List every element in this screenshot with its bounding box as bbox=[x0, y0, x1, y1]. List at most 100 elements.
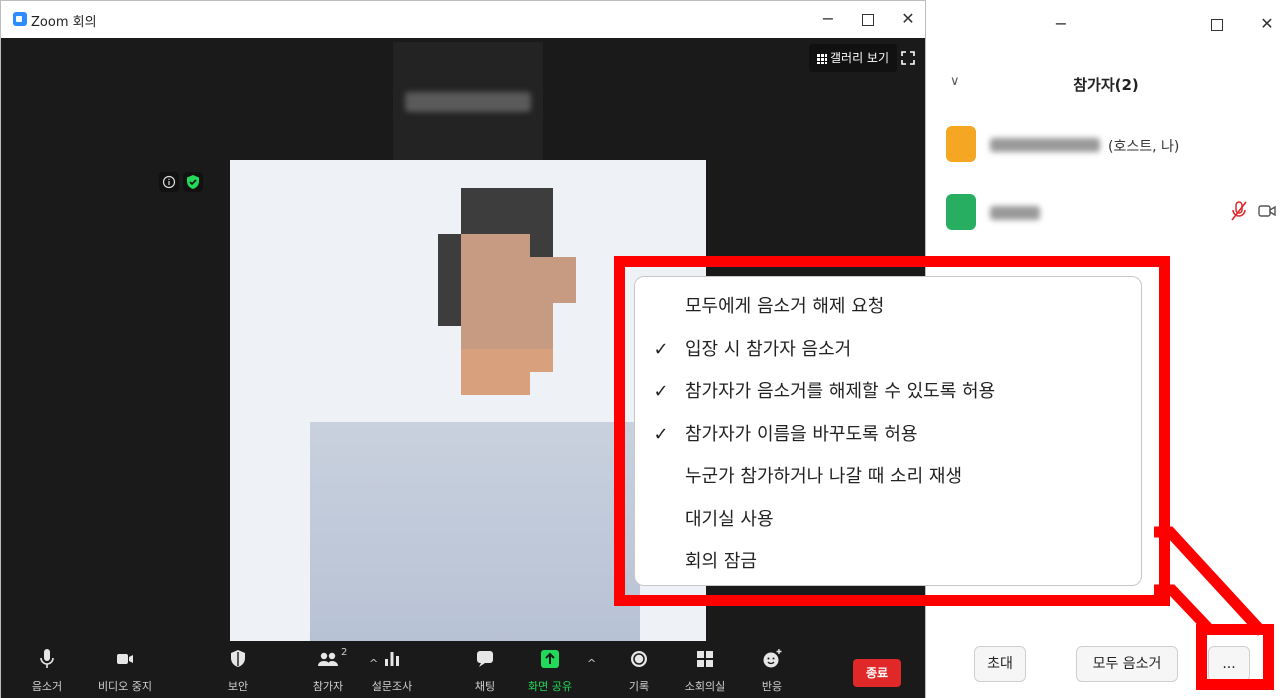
more-button-highlight bbox=[1196, 624, 1274, 690]
pixel-block bbox=[484, 257, 507, 280]
checkmark-icon: ✓ bbox=[653, 338, 669, 360]
pixel-block bbox=[461, 234, 484, 257]
security-button[interactable]: 보안 bbox=[223, 641, 253, 698]
minimize-icon[interactable]: − bbox=[813, 7, 843, 31]
pixel-block bbox=[484, 303, 507, 326]
pixel-block bbox=[484, 234, 507, 257]
pixel-block bbox=[484, 326, 507, 349]
stop-video-button[interactable]: 비디오 중지 bbox=[93, 641, 157, 698]
pixel-block bbox=[530, 257, 553, 280]
shirt-block bbox=[310, 422, 640, 641]
pixel-block bbox=[461, 349, 484, 372]
participants-count: 2 bbox=[341, 647, 348, 658]
checkmark-icon: ✓ bbox=[653, 381, 669, 402]
panel-close-icon[interactable]: ✕ bbox=[1252, 12, 1282, 36]
pixel-block bbox=[461, 188, 484, 211]
reactions-button[interactable]: 반응 bbox=[757, 641, 787, 698]
zoom-logo-icon bbox=[13, 12, 27, 26]
menu-item-label: 회의 잠금 bbox=[685, 551, 757, 572]
record-button[interactable]: 기록 bbox=[621, 641, 657, 698]
camera-icon bbox=[113, 647, 137, 671]
host-tag: (호스트, 나) bbox=[1108, 139, 1180, 155]
menu-item-label: 누군가 참가하거나 나갈 때 소리 재생 bbox=[685, 466, 963, 487]
participants-more-menu: 모두에게 음소거 해제 요청 ✓ 입장 시 참가자 음소거 ✓ 참가자가 음소거를 해제… bbox=[634, 276, 1142, 586]
menu-item-label: 대기실 사용 bbox=[685, 508, 774, 530]
participants-button[interactable]: 2 참가자 bbox=[307, 641, 349, 698]
encryption-shield-icon[interactable] bbox=[183, 172, 203, 192]
fullscreen-icon[interactable] bbox=[901, 51, 915, 65]
pixel-block bbox=[461, 372, 484, 395]
gallery-view-button[interactable]: 갤러리 보기 bbox=[809, 44, 898, 72]
pixel-block bbox=[553, 257, 576, 280]
participant-thumbnail[interactable] bbox=[393, 42, 543, 162]
pixel-block bbox=[507, 349, 530, 372]
menu-item[interactable]: 누군가 참가하거나 나갈 때 소리 재생 bbox=[635, 459, 1135, 495]
chat-button[interactable]: 채팅 bbox=[467, 641, 503, 698]
pixel-block bbox=[461, 303, 484, 326]
pixel-block bbox=[530, 234, 553, 257]
pixel-block bbox=[530, 211, 553, 234]
breakout-rooms-button[interactable]: 소회의실 bbox=[679, 641, 731, 698]
chat-bubble-icon bbox=[473, 647, 497, 671]
record-icon bbox=[627, 647, 651, 671]
pixel-block bbox=[484, 211, 507, 234]
maximize-icon[interactable] bbox=[853, 7, 883, 31]
pixel-block bbox=[507, 303, 530, 326]
blurred-name bbox=[990, 138, 1100, 152]
pixel-block bbox=[507, 257, 530, 280]
mute-button[interactable]: 음소거 bbox=[25, 641, 69, 698]
pixel-block bbox=[507, 211, 530, 234]
pixel-block bbox=[484, 280, 507, 303]
menu-item[interactable]: 모두에게 음소거 해제 요청 bbox=[635, 289, 1135, 325]
checkmark-icon: ✓ bbox=[653, 423, 669, 445]
participant-row[interactable] bbox=[946, 194, 1276, 230]
muted-mic-icon[interactable] bbox=[1230, 200, 1248, 226]
menu-item-label: 참가자가 음소거를 해제할 수 있도록 허용 bbox=[685, 381, 996, 402]
menu-item-label: 모두에게 음소거 해제 요청 bbox=[685, 296, 885, 317]
pixel-block bbox=[438, 234, 461, 257]
pixel-block bbox=[507, 326, 530, 349]
menu-item-label: 참가자가 이름을 바꾸도록 허용 bbox=[685, 423, 918, 445]
pixel-block bbox=[461, 280, 484, 303]
pixel-block bbox=[507, 280, 530, 303]
share-screen-button[interactable]: 화면 공유 bbox=[521, 641, 579, 698]
share-caret-icon[interactable]: ^ bbox=[587, 657, 596, 670]
close-icon[interactable]: ✕ bbox=[893, 7, 923, 31]
info-icon[interactable] bbox=[159, 172, 179, 192]
bar-chart-icon bbox=[380, 647, 404, 671]
menu-item[interactable]: ✓ 참가자가 이름을 바꾸도록 허용 bbox=[635, 417, 1135, 453]
pixel-block bbox=[530, 303, 553, 326]
pixel-block bbox=[553, 280, 576, 303]
panel-minimize-icon[interactable]: − bbox=[1046, 12, 1076, 36]
menu-item[interactable]: 회의 잠금 bbox=[635, 544, 1135, 580]
pixel-block bbox=[461, 326, 484, 349]
people-icon bbox=[316, 647, 340, 671]
polls-button[interactable]: 설문조사 bbox=[367, 641, 417, 698]
pixel-block bbox=[530, 280, 553, 303]
blurred-name bbox=[405, 92, 531, 112]
invite-button[interactable]: 초대 bbox=[974, 646, 1026, 682]
menu-item-label: 입장 시 참가자 음소거 bbox=[685, 338, 852, 360]
pixel-block bbox=[507, 234, 530, 257]
end-meeting-button[interactable]: 종료 bbox=[853, 659, 901, 687]
participant-row-host[interactable]: (호스트, 나) bbox=[946, 126, 1276, 162]
pixel-block bbox=[438, 257, 461, 280]
pixel-block bbox=[484, 188, 507, 211]
meeting-toolbar: 음소거 비디오 중지 보안 2 참가자 ^ 설문조사 채팅 화면 공유 ^ 기록… bbox=[1, 641, 925, 698]
grid-icon bbox=[817, 53, 827, 64]
blurred-name bbox=[990, 206, 1040, 220]
menu-item[interactable]: 대기실 사용 bbox=[635, 502, 1135, 538]
pixel-block bbox=[530, 349, 553, 372]
menu-item[interactable]: ✓ 참가자가 음소거를 해제할 수 있도록 허용 bbox=[635, 374, 1135, 410]
pixel-block bbox=[461, 257, 484, 280]
pixel-block bbox=[507, 372, 530, 395]
video-camera-icon[interactable] bbox=[1258, 203, 1276, 223]
menu-item[interactable]: ✓ 입장 시 참가자 음소거 bbox=[635, 332, 1135, 368]
shield-icon bbox=[226, 647, 250, 671]
title-bar: Zoom 회의 − ✕ bbox=[1, 1, 925, 38]
microphone-icon bbox=[35, 647, 59, 671]
panel-maximize-icon[interactable] bbox=[1202, 12, 1232, 36]
avatar bbox=[946, 126, 976, 162]
smiley-icon bbox=[760, 647, 784, 671]
pixel-block bbox=[484, 372, 507, 395]
